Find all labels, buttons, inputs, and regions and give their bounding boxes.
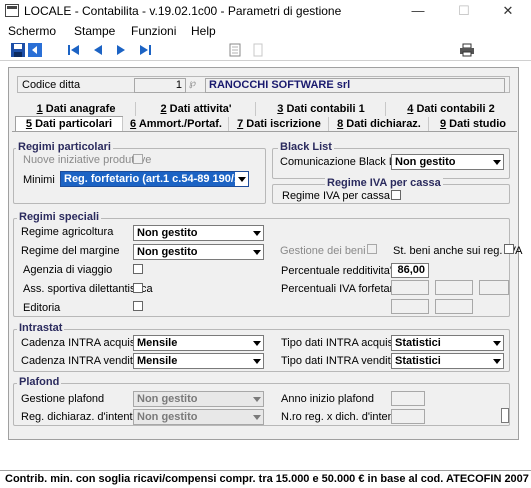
tab-dati-particolari[interactable]: 5 Dati particolari xyxy=(15,116,123,132)
agenzia-viaggio-checkbox[interactable] xyxy=(133,264,143,274)
iva-forfetaria-input-3[interactable] xyxy=(479,280,509,295)
codice-ditta-label: Codice ditta xyxy=(22,79,81,91)
minimi-label: Minimi xyxy=(23,174,55,186)
gestione-plafond-select[interactable]: Non gestito xyxy=(133,391,264,407)
tipo-vendite-label: Tipo dati INTRA vendite xyxy=(281,355,397,367)
company-name-field: RANOCCHI SOFTWARE srl xyxy=(205,78,505,93)
back-exit-icon[interactable] xyxy=(28,43,42,57)
window-title: LOCALE - Contabilita - v.19.02.1c00 - Pa… xyxy=(24,4,342,18)
black-list-label: Comunicazione Black List xyxy=(280,156,406,168)
first-record-icon[interactable] xyxy=(67,43,81,57)
redditivita-input[interactable]: 86,00 xyxy=(391,263,429,278)
minimize-button[interactable]: — xyxy=(395,0,441,22)
regimi-speciali-title: Regimi speciali xyxy=(17,211,102,223)
tab-dati-iscrizione[interactable]: 7 Dati iscrizione xyxy=(228,117,329,131)
plafond-title: Plafond xyxy=(17,376,62,388)
margine-select[interactable]: Non gestito xyxy=(133,244,264,260)
tab-dati-contabili-2[interactable]: 4 Dati contabili 2 xyxy=(385,102,516,116)
intrastat-title: Intrastat xyxy=(17,322,65,334)
codice-suffix: ℘ xyxy=(189,78,196,89)
anno-inizio-input[interactable] xyxy=(391,391,425,406)
tab-dati-contabili-1[interactable]: 3 Dati contabili 1 xyxy=(255,102,386,116)
cad-acquisti-label: Cadenza INTRA acquisti xyxy=(21,337,141,349)
iva-forfetaria-input-2[interactable] xyxy=(435,280,473,295)
iva-cassa-title: Regime IVA per cassa xyxy=(325,177,443,189)
nuove-iniziative-checkbox[interactable] xyxy=(133,154,143,164)
save-icon[interactable] xyxy=(11,43,25,57)
next-record-icon[interactable] xyxy=(114,43,128,57)
minimi-select[interactable]: Reg. forfetario (art.1 c.54-89 190/14) xyxy=(60,171,249,187)
reg-dichiaraz-select[interactable]: Non gestito xyxy=(133,409,264,425)
gestione-beni-label: Gestione dei beni xyxy=(280,245,366,257)
reg-dichiaraz-label: Reg. dichiaraz. d'intento xyxy=(21,411,139,423)
app-window-icon xyxy=(5,4,19,17)
nro-reg-input[interactable] xyxy=(391,409,425,424)
regimi-particolari-title: Regimi particolari xyxy=(16,141,113,153)
redditivita-label: Percentuale redditivita' xyxy=(281,265,392,277)
nro-reg-label: N.ro reg. x dich. d'intento xyxy=(281,411,403,423)
editoria-label: Editoria xyxy=(23,302,61,314)
cad-vendite-select[interactable]: Mensile xyxy=(133,353,264,369)
iva-cassa-checkbox[interactable] xyxy=(391,190,401,200)
editoria-checkbox[interactable] xyxy=(133,301,143,311)
iva-forfetaria-label: Percentuali IVA forfetaria xyxy=(281,283,402,295)
agricoltura-select[interactable]: Non gestito xyxy=(133,225,264,241)
tipo-vendite-select[interactable]: Statistici xyxy=(391,353,504,369)
cad-vendite-label: Cadenza INTRA vendite xyxy=(21,355,140,367)
black-list-title: Black List xyxy=(278,141,334,153)
status-text: Contrib. min. con soglia ricavi/compensi… xyxy=(5,473,529,485)
margine-label: Regime del margine xyxy=(21,245,120,257)
iva-forfetaria-input-1[interactable] xyxy=(391,280,429,295)
iva-forfetaria-input-4[interactable] xyxy=(391,299,429,314)
anno-inizio-label: Anno inizio plafond xyxy=(281,393,374,405)
menu-bar: Schermo Stampe Funzioni Help xyxy=(0,23,531,39)
previous-record-icon[interactable] xyxy=(91,43,105,57)
maximize-button[interactable]: ☐ xyxy=(441,0,487,22)
cad-acquisti-select[interactable]: Mensile xyxy=(133,335,264,351)
last-record-icon[interactable] xyxy=(138,43,152,57)
status-bar: Contrib. min. con soglia ricavi/compensi… xyxy=(0,470,531,488)
agricoltura-label: Regime agricoltura xyxy=(21,226,114,238)
menu-funzioni[interactable]: Funzioni xyxy=(131,24,176,38)
printer-icon[interactable] xyxy=(460,43,474,57)
tab-dati-dichiaraz[interactable]: 8 Dati dichiaraz. xyxy=(328,117,429,131)
tipo-acquisti-select[interactable]: Statistici xyxy=(391,335,504,351)
agenzia-viaggio-label: Agenzia di viaggio xyxy=(23,264,113,276)
title-bar: LOCALE - Contabilita - v.19.02.1c00 - Pa… xyxy=(0,0,531,22)
iva-forfetaria-input-5[interactable] xyxy=(435,299,473,314)
menu-schermo[interactable]: Schermo xyxy=(8,24,56,38)
tipo-acquisti-label: Tipo dati INTRA acquisti xyxy=(281,337,399,349)
tab-dati-studio[interactable]: 9 Dati studio xyxy=(428,117,517,131)
copy-icon[interactable] xyxy=(250,43,264,57)
iva-cassa-label: Regime IVA per cassa xyxy=(282,190,391,202)
gestione-plafond-label: Gestione plafond xyxy=(21,393,105,405)
menu-help[interactable]: Help xyxy=(191,24,216,38)
document-icon[interactable] xyxy=(228,43,242,57)
toolbar xyxy=(0,40,531,61)
nro-reg-extra-input[interactable] xyxy=(501,408,509,423)
close-button[interactable]: ✕ xyxy=(485,0,531,22)
st-beni-checkbox[interactable] xyxy=(504,244,514,254)
menu-stampe[interactable]: Stampe xyxy=(74,24,115,38)
tab-ammort-portaf[interactable]: 6 Ammort./Portaf. xyxy=(122,117,229,131)
codice-ditta-input[interactable]: 1 xyxy=(134,78,186,93)
tab-dati-anagrafe[interactable]: 1 Dati anagrafe xyxy=(17,102,135,116)
tab-dati-attivita[interactable]: 2 Dati attivita' xyxy=(135,102,256,116)
tab-divider xyxy=(12,131,517,132)
black-list-select[interactable]: Non gestito xyxy=(391,154,504,170)
ass-sportiva-checkbox[interactable] xyxy=(133,283,143,293)
gestione-beni-checkbox[interactable] xyxy=(367,244,377,254)
